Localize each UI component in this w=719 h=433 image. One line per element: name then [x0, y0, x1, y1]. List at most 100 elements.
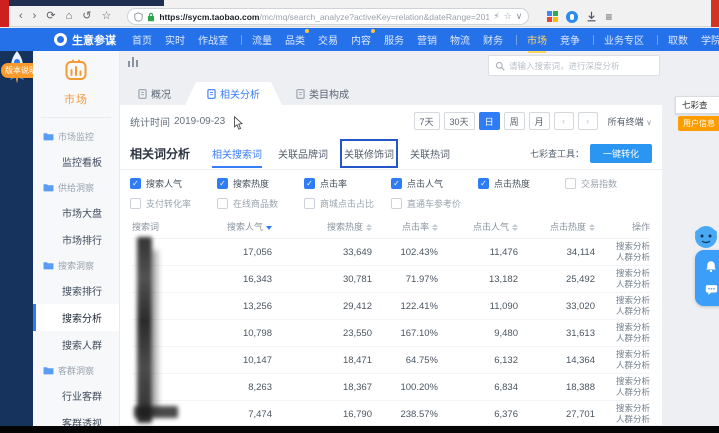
topnav-item[interactable]: 竞争 [560, 32, 580, 47]
topnav-item[interactable]: 实时 [165, 32, 185, 47]
pager-button[interactable]: ‹ [554, 112, 574, 130]
topnav-item[interactable]: 业务专区 [604, 32, 644, 47]
action-link[interactable]: 人群分析 [595, 279, 650, 290]
one-key-convert-button[interactable]: 一键转化 [590, 144, 652, 163]
topnav-item[interactable]: 交易 [318, 32, 338, 47]
action-link[interactable]: 人群分析 [595, 333, 650, 344]
metric-checkbox[interactable]: 在线商品数 [217, 197, 304, 210]
topnav-item[interactable]: 首页 [132, 32, 152, 47]
mascot-icon[interactable] [693, 224, 719, 250]
subtab[interactable]: 相关搜索词 [212, 143, 262, 164]
bell-icon[interactable] [705, 260, 717, 273]
stat-date-value[interactable]: 2019-09-23 [174, 116, 225, 127]
column-header[interactable]: 点击人气 [438, 220, 518, 233]
menu-icon[interactable]: ≡ [605, 10, 612, 24]
action-link[interactable]: 搜索分析 [595, 241, 650, 252]
screen: ‹ › ⟳ ⌂ ↺ ☆ https://sycm.taobao.com/mc/m… [0, 0, 719, 433]
browser-extension-icon[interactable] [566, 11, 578, 23]
column-header[interactable]: 搜索热度 [272, 220, 372, 233]
subtab[interactable]: 关联修饰词 [344, 143, 394, 164]
sidebar-group-label[interactable]: 搜索洞察 [33, 253, 119, 277]
sidebar-group-label[interactable]: 客群洞察 [33, 358, 119, 382]
action-link[interactable]: 搜索分析 [595, 376, 650, 387]
action-link[interactable]: 人群分析 [595, 387, 650, 398]
topnav-item[interactable]: 内容 [351, 32, 371, 47]
action-link[interactable]: 搜索分析 [595, 268, 650, 279]
metric-checkbox[interactable]: 商城点击占比 [304, 197, 391, 210]
metric-checkbox[interactable]: 直通车参考价 [391, 197, 478, 210]
value-cell: 7,474 [194, 409, 272, 420]
action-link[interactable]: 搜索分析 [595, 295, 650, 306]
value-cell: 11,090 [438, 301, 518, 312]
download-icon[interactable] [586, 11, 597, 22]
tab-item[interactable]: 类目构成 [282, 82, 363, 105]
tab-active[interactable]: 相关分析 [185, 82, 282, 105]
action-link[interactable]: 搜索分析 [595, 349, 650, 360]
date-range-button[interactable]: 30天 [444, 112, 475, 130]
topnav-item[interactable]: 服务 [384, 32, 404, 47]
extensions-grid-icon[interactable] [547, 11, 558, 22]
tab-item[interactable]: 概况 [124, 82, 185, 105]
metric-checkbox[interactable]: ✓点击热度 [478, 177, 565, 190]
sidebar-group-label[interactable]: 市场监控 [33, 124, 119, 148]
home-icon[interactable]: ⌂ [66, 11, 73, 22]
action-link[interactable]: 人群分析 [595, 414, 650, 425]
topnav-item[interactable]: 流量 [252, 32, 272, 47]
action-link[interactable]: 人群分析 [595, 252, 650, 263]
metric-checkbox[interactable]: 交易指数 [565, 177, 652, 190]
sidebar-item[interactable]: 市场大盘 [33, 199, 119, 226]
column-header[interactable]: 点击率 [372, 220, 438, 233]
metric-checkbox[interactable]: ✓点击率 [304, 177, 391, 190]
sidebar-item[interactable]: 市场排行 [33, 226, 119, 253]
brand[interactable]: 生意参谋 [54, 32, 116, 48]
url-bar[interactable]: https://sycm.taobao.com/mc/mq/search_ana… [127, 8, 529, 25]
qicai-button[interactable]: 七彩查 [675, 96, 719, 114]
date-range-button[interactable]: 日 [479, 112, 500, 130]
left-rail: 版本说明 [0, 51, 33, 426]
sidebar-item[interactable]: 监控看板 [33, 148, 119, 175]
user-info-button[interactable]: 用户信息 [678, 116, 719, 131]
column-header[interactable]: 点击热度 [518, 220, 595, 233]
flash-icon[interactable]: ⚡ [493, 11, 499, 22]
pager-button[interactable]: › [578, 112, 598, 130]
action-link[interactable]: 搜索分析 [595, 322, 650, 333]
action-link[interactable]: 人群分析 [595, 306, 650, 317]
sidebar-group-label[interactable]: 供给洞察 [33, 175, 119, 199]
topnav-item[interactable]: 物流 [450, 32, 470, 47]
sidebar-item[interactable]: 行业客群 [33, 382, 119, 409]
date-range-button[interactable]: 月 [529, 112, 550, 130]
metric-checkbox[interactable]: ✓搜索人气 [130, 177, 217, 190]
metric-checkbox[interactable]: 支付转化率 [130, 197, 217, 210]
screen-edge-left [0, 0, 9, 27]
back-icon[interactable]: ‹ [19, 11, 23, 22]
terminal-dropdown[interactable]: 所有终端 ∨ [608, 115, 652, 128]
topnav-item[interactable]: 营销 [417, 32, 437, 47]
topnav-item[interactable]: 市场 [527, 32, 547, 47]
metric-checkbox[interactable]: ✓搜索热度 [217, 177, 304, 190]
chat-icon[interactable] [705, 284, 718, 296]
topnav-item[interactable]: 取数 [668, 32, 688, 47]
subtab[interactable]: 关联热词 [410, 143, 450, 164]
subtab[interactable]: 关联品牌词 [278, 143, 328, 164]
forward-icon[interactable]: › [33, 11, 37, 22]
bookmark-icon[interactable]: ☆ [101, 11, 111, 22]
search-input[interactable] [509, 61, 653, 71]
url-dropdown-icon[interactable]: ∨ [516, 11, 523, 22]
reload-icon[interactable]: ⟳ [46, 11, 55, 22]
sidebar-item[interactable]: 搜索人群 [33, 331, 119, 358]
sidebar-item[interactable]: 搜索分析 [33, 304, 119, 331]
history-icon[interactable]: ↺ [82, 11, 91, 22]
action-link[interactable]: 搜索分析 [595, 403, 650, 414]
column-header[interactable]: 搜索人气 [194, 220, 272, 233]
date-range-button[interactable]: 周 [504, 112, 525, 130]
date-range-button[interactable]: 7天 [414, 112, 440, 130]
topnav-item[interactable]: 学院 [701, 32, 719, 47]
topnav-item[interactable]: 作战室 [198, 32, 228, 47]
action-link[interactable]: 人群分析 [595, 360, 650, 371]
value-cell: 13,182 [438, 274, 518, 285]
sidebar-item[interactable]: 搜索排行 [33, 277, 119, 304]
star-icon[interactable]: ☆ [504, 11, 512, 22]
topnav-item[interactable]: 财务 [483, 32, 503, 47]
metric-checkbox[interactable]: ✓点击人气 [391, 177, 478, 190]
topnav-item[interactable]: 品类 [285, 32, 305, 47]
